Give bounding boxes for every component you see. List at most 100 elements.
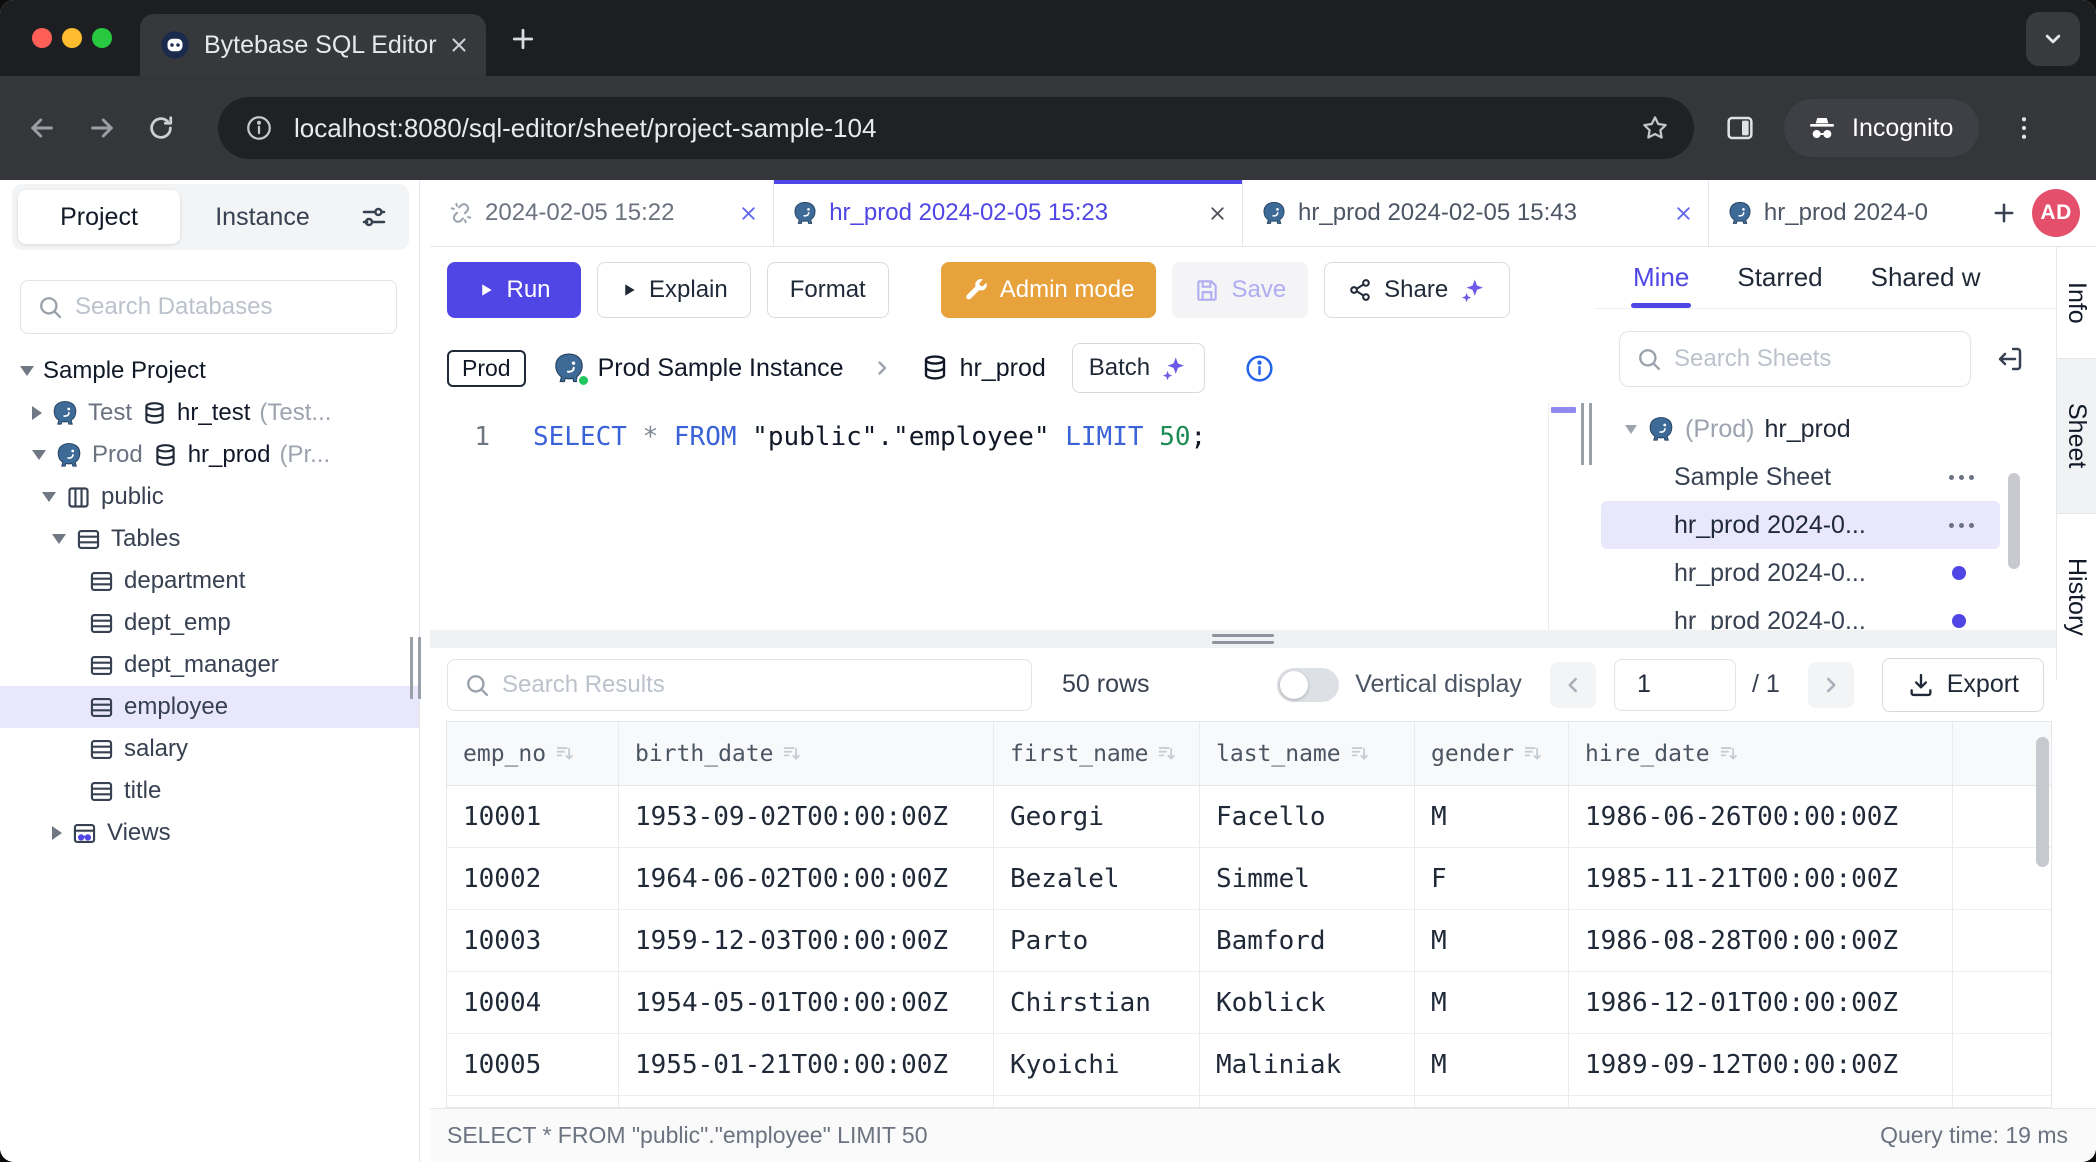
worksheet-tab-2-active[interactable]: hr_prod 2024-02-05 15:23 bbox=[774, 180, 1243, 246]
browser-tab[interactable]: Bytebase SQL Editor bbox=[140, 14, 486, 76]
new-browser-tab-button[interactable] bbox=[506, 22, 540, 56]
run-button[interactable]: Run bbox=[447, 262, 581, 318]
page-number-input[interactable] bbox=[1614, 659, 1736, 711]
sheet-item-selected[interactable]: hr_prod 2024-0... bbox=[1601, 501, 2000, 549]
sort-icon[interactable] bbox=[1718, 743, 1740, 765]
more-menu-icon[interactable] bbox=[1949, 475, 1974, 480]
sheet-item-unsaved[interactable]: hr_prod 2024-0... bbox=[1601, 549, 2000, 597]
database-crumb[interactable]: hr_prod bbox=[920, 353, 1046, 383]
caret-down-icon[interactable] bbox=[42, 492, 56, 502]
tree-item-table-department[interactable]: department bbox=[0, 560, 419, 602]
window-close-button[interactable] bbox=[32, 28, 52, 48]
address-bar[interactable]: localhost:8080/sql-editor/sheet/project-… bbox=[218, 97, 1694, 159]
admin-mode-button[interactable]: Admin mode bbox=[941, 262, 1157, 318]
caret-down-icon[interactable] bbox=[20, 366, 34, 376]
splitter-handle[interactable] bbox=[1212, 634, 1274, 644]
browser-menu-icon[interactable] bbox=[2009, 113, 2039, 143]
instance-suffix: (Pr... bbox=[279, 441, 330, 469]
tree-settings-button[interactable] bbox=[345, 190, 403, 244]
search-databases-input[interactable] bbox=[20, 280, 397, 334]
column-header-hire_date[interactable]: hire_date bbox=[1569, 722, 1953, 785]
caret-down-icon[interactable] bbox=[1625, 425, 1637, 434]
editor-minimap[interactable] bbox=[1548, 403, 1579, 630]
tree-item-tables-group[interactable]: Tables bbox=[0, 518, 419, 560]
share-button[interactable]: Share bbox=[1324, 262, 1510, 318]
sheet-group-hr_prod[interactable]: (Prod) hr_prod bbox=[1601, 405, 2000, 453]
side-panel-icon[interactable] bbox=[1724, 112, 1756, 144]
caret-right-icon[interactable] bbox=[32, 406, 42, 420]
format-button[interactable]: Format bbox=[767, 262, 889, 318]
tab-history[interactable]: History bbox=[2057, 514, 2096, 680]
batch-mode-button[interactable]: Batch bbox=[1072, 343, 1205, 393]
next-page-button[interactable] bbox=[1808, 662, 1854, 708]
forward-icon[interactable] bbox=[86, 112, 118, 144]
sort-icon[interactable] bbox=[554, 743, 576, 765]
sort-icon[interactable] bbox=[1522, 743, 1544, 765]
worksheet-tab-1[interactable]: 2024-02-05 15:22 bbox=[430, 180, 774, 246]
panel-resize-handle[interactable] bbox=[1581, 403, 1592, 465]
back-icon[interactable] bbox=[26, 112, 58, 144]
vertical-display-toggle[interactable] bbox=[1277, 668, 1339, 702]
close-tab-icon[interactable] bbox=[1673, 203, 1694, 224]
worksheet-tab-3[interactable]: hr_prod 2024-02-05 15:43 bbox=[1243, 180, 1709, 246]
tree-item-table-dept_emp[interactable]: dept_emp bbox=[0, 602, 419, 644]
connection-info-icon[interactable] bbox=[1243, 352, 1276, 385]
tab-info[interactable]: Info bbox=[2057, 247, 2096, 358]
results-splitter[interactable] bbox=[430, 630, 2056, 648]
sort-icon[interactable] bbox=[781, 743, 803, 765]
results-scrollbar[interactable] bbox=[2036, 737, 2049, 867]
caret-down-icon[interactable] bbox=[52, 534, 66, 544]
sheet-item-unsaved[interactable]: hr_prod 2024-0... bbox=[1601, 597, 2000, 630]
tab-project[interactable]: Project bbox=[18, 190, 180, 244]
save-button[interactable]: Save bbox=[1172, 262, 1308, 318]
site-info-icon[interactable] bbox=[244, 113, 274, 143]
search-sheets-input[interactable] bbox=[1619, 331, 1971, 387]
window-minimize-button[interactable] bbox=[62, 28, 82, 48]
sql-editor[interactable]: 1 SELECT * FROM "public"."employee" LIMI… bbox=[430, 403, 1548, 630]
sheet-item-sample-sheet[interactable]: Sample Sheet bbox=[1601, 453, 2000, 501]
tab-sheet[interactable]: Sheet bbox=[2057, 358, 2096, 514]
tab-starred[interactable]: Starred bbox=[1737, 247, 1822, 308]
sheet-list-scrollbar[interactable] bbox=[2008, 473, 2020, 569]
instance-crumb[interactable]: Prod Sample Instance bbox=[552, 351, 844, 385]
worksheet-tab-4[interactable]: hr_prod 2024-0 bbox=[1709, 180, 1976, 246]
column-header-last_name[interactable]: last_name bbox=[1200, 722, 1415, 785]
tree-item-schema-public[interactable]: public bbox=[0, 476, 419, 518]
sidebar-resize-handle[interactable] bbox=[410, 637, 421, 699]
explain-label: Explain bbox=[649, 276, 728, 304]
tree-item-database-hr_prod[interactable]: Prod hr_prod (Pr... bbox=[0, 434, 419, 476]
search-results-input[interactable] bbox=[447, 659, 1032, 711]
reload-icon[interactable] bbox=[146, 113, 176, 143]
column-header-gender[interactable]: gender bbox=[1415, 722, 1569, 785]
sort-icon[interactable] bbox=[1156, 743, 1178, 765]
more-menu-icon[interactable] bbox=[1949, 523, 1974, 528]
caret-right-icon[interactable] bbox=[52, 826, 62, 840]
column-header-birth_date[interactable]: birth_date bbox=[619, 722, 994, 785]
window-maximize-button[interactable] bbox=[92, 28, 112, 48]
tree-item-table-title[interactable]: title bbox=[0, 770, 419, 812]
sort-icon[interactable] bbox=[1349, 743, 1371, 765]
tree-item-views-group[interactable]: Views bbox=[0, 812, 419, 854]
tree-item-table-employee[interactable]: employee bbox=[0, 686, 419, 728]
tab-search-chevron-button[interactable] bbox=[2026, 12, 2080, 66]
close-tab-icon[interactable] bbox=[738, 203, 759, 224]
tree-item-database-hr_test[interactable]: Test hr_test (Test... bbox=[0, 392, 419, 434]
new-worksheet-button[interactable] bbox=[1976, 180, 2032, 246]
tab-shared-with-me[interactable]: Shared w bbox=[1871, 247, 1981, 308]
tree-item-project[interactable]: Sample Project bbox=[0, 350, 419, 392]
import-sheet-icon[interactable] bbox=[1995, 344, 2025, 374]
tree-item-table-salary[interactable]: salary bbox=[0, 728, 419, 770]
user-avatar[interactable]: AD bbox=[2032, 189, 2080, 237]
column-header-emp_no[interactable]: emp_no bbox=[447, 722, 619, 785]
tab-instance[interactable]: Instance bbox=[180, 190, 345, 244]
bookmark-star-icon[interactable] bbox=[1640, 113, 1670, 143]
export-button[interactable]: Export bbox=[1882, 658, 2044, 712]
explain-button[interactable]: Explain bbox=[597, 262, 751, 318]
close-tab-icon[interactable] bbox=[1207, 203, 1228, 224]
browser-tab-close-icon[interactable] bbox=[448, 34, 470, 56]
tab-mine[interactable]: Mine bbox=[1633, 247, 1689, 308]
tree-item-table-dept_manager[interactable]: dept_manager bbox=[0, 644, 419, 686]
column-header-first_name[interactable]: first_name bbox=[994, 722, 1200, 785]
caret-down-icon[interactable] bbox=[32, 450, 46, 460]
prev-page-button[interactable] bbox=[1550, 662, 1596, 708]
